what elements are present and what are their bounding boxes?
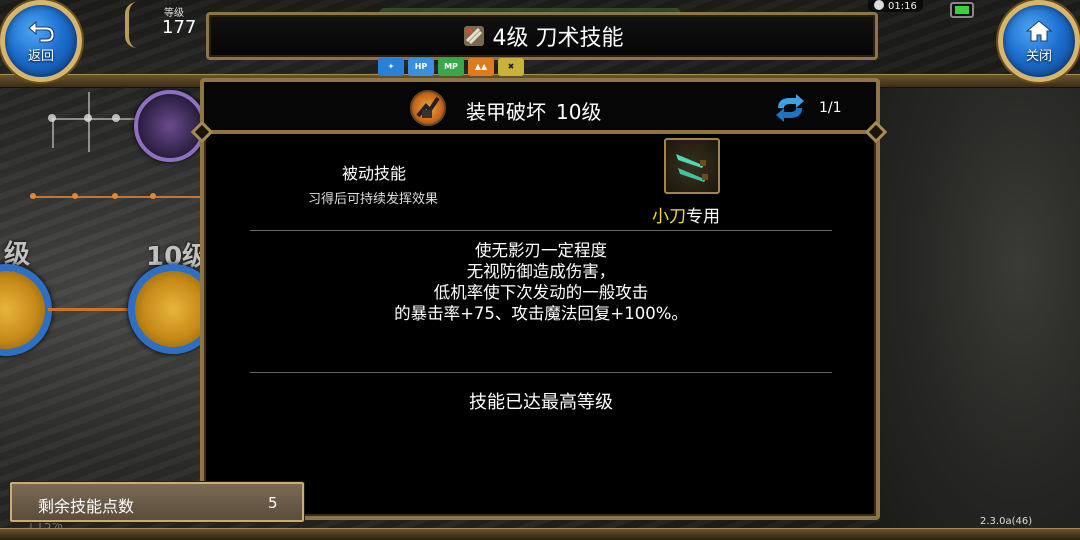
max-level-notice: 技能已达最高等级 [469, 392, 613, 413]
page-count: 1/1 [819, 100, 842, 116]
tree-node [48, 114, 56, 122]
status-clock: 01:16 [868, 0, 923, 12]
tree-line [88, 92, 90, 152]
description-line: 低机率使下次发动的一般攻击 [433, 283, 649, 302]
return-button[interactable]: 返回 [0, 0, 82, 82]
skill-category-icon [463, 26, 484, 46]
player-level: 等级 177 [140, 4, 196, 38]
skill-type-description: 习得后可持续发挥效果 [308, 192, 439, 207]
home-icon [1025, 19, 1053, 41]
skill-points-label: 剩余技能点数 [38, 497, 135, 516]
refresh-icon[interactable] [774, 94, 806, 122]
buff-icon: ▲▲ [468, 58, 494, 76]
return-arrow-icon [28, 20, 55, 42]
tree-node [84, 114, 92, 122]
page-title: 4级 刀术技能 [492, 26, 624, 51]
battery-icon [950, 2, 974, 18]
background-skill-icon [0, 264, 52, 356]
dagger-icon [664, 138, 720, 194]
close-label: 关闭 [1025, 48, 1052, 64]
clock-icon [874, 0, 884, 10]
frame-bottom [0, 528, 1080, 540]
tree-line [48, 308, 134, 311]
tree-node [112, 114, 120, 122]
weapon-suffix: 专用 [686, 207, 720, 227]
description-line: 的暴击率+75、攻击魔法回复+100%。 [394, 304, 688, 323]
buff-row: ✦ HP MP ▲▲ ✖ [378, 58, 524, 76]
tree-node [30, 193, 36, 199]
skill-detail-panel: 装甲破坏 10级 1/1 被动技能 习得后可持续发挥效果 小刀专用 使无影刃一定程… [190, 78, 888, 520]
weapon-requirement: 小刀专用 [652, 202, 720, 227]
level-value: 177 [162, 17, 197, 38]
skill-points-box: 剩余技能点数 5 [10, 482, 304, 522]
divider [250, 230, 832, 231]
clock-time: 01:16 [888, 1, 917, 12]
buff-icon: HP [408, 58, 434, 76]
skill-header: 装甲破坏 10级 1/1 [204, 82, 876, 134]
weapon-name: 小刀 [652, 207, 686, 227]
close-button[interactable]: 关闭 [998, 0, 1080, 82]
return-label: 返回 [27, 48, 54, 64]
armor-break-icon [410, 90, 446, 126]
skill-description: 使无影刃一定程度 无视防御造成伤害， 低机率使下次发动的一般攻击 的暴击率+75… [250, 240, 832, 324]
title-bar: 4级 刀术技能 [206, 12, 878, 60]
tree-node [150, 193, 156, 199]
skill-name-text: 装甲破坏 [466, 100, 546, 124]
background-wall [880, 80, 1080, 540]
skill-level: 10级 [556, 100, 602, 124]
tree-node [112, 193, 118, 199]
description-line: 无视防御造成伤害， [466, 262, 616, 281]
version-label: 2.3.0a(46) [980, 516, 1033, 527]
buff-icon: ✦ [378, 58, 404, 76]
divider [250, 372, 832, 373]
skill-name: 装甲破坏 10级 [466, 96, 601, 125]
description-line: 使无影刃一定程度 [475, 241, 607, 260]
skill-type: 被动技能 [342, 164, 407, 183]
buff-icon: MP [438, 58, 464, 76]
buff-icon: ✖ [498, 58, 524, 76]
skill-points-value: 5 [268, 494, 278, 512]
tree-node [72, 193, 78, 199]
tree-line [52, 118, 54, 148]
